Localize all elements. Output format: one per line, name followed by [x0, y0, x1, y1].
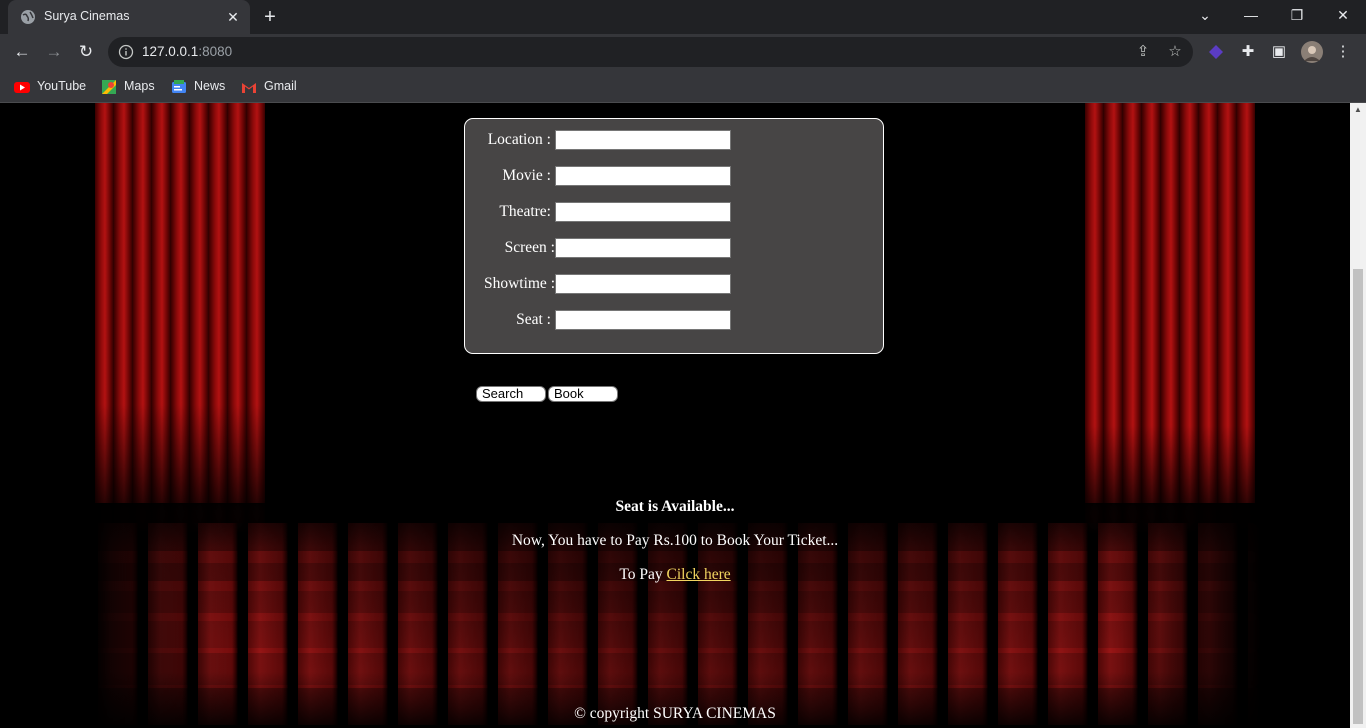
bookmark-star-icon[interactable]: ☆	[1165, 42, 1185, 62]
theatre-input[interactable]	[555, 202, 731, 222]
form-row-location: Location :	[465, 130, 885, 152]
form-row-screen: Screen :	[465, 238, 885, 260]
maps-icon	[102, 79, 116, 94]
bookmarks-bar: YouTube Maps News Gmail	[0, 70, 1366, 103]
browser-toolbar: ← → ↻ 127.0.0.1:8080 ⇪ ☆ ✚ ▣ ⋮	[0, 34, 1366, 70]
movie-input[interactable]	[555, 166, 731, 186]
left-curtain	[95, 103, 265, 533]
bookmark-label: News	[194, 79, 226, 93]
puzzle-icon[interactable]: ✚	[1238, 42, 1258, 62]
location-label: Location :	[487, 131, 551, 148]
movie-label: Movie :	[502, 167, 551, 184]
right-curtain	[1085, 103, 1255, 533]
tab-title: Surya Cinemas	[44, 9, 130, 23]
form-row-movie: Movie :	[465, 166, 885, 188]
bookmark-maps[interactable]: Maps	[101, 77, 155, 95]
youtube-icon	[14, 81, 30, 93]
avatar[interactable]	[1301, 41, 1323, 63]
forward-button[interactable]: →	[41, 39, 67, 65]
minimize-button[interactable]: —	[1228, 0, 1274, 30]
bookmark-label: Gmail	[264, 79, 297, 93]
tab-search-icon[interactable]: ⌄	[1182, 0, 1228, 30]
tab-strip: Surya Cinemas ✕ + ⌄ — ❐ ✕	[0, 0, 1366, 34]
book-button[interactable]: Book	[548, 386, 618, 402]
bookmark-label: Maps	[124, 79, 155, 93]
form-row-theatre: Theatre:	[465, 202, 885, 224]
theatre-label: Theatre:	[499, 203, 551, 220]
url-host: 127.0.0.1	[142, 44, 199, 59]
page-viewport: Location : Movie : Theatre: Screen : Sho…	[0, 103, 1350, 728]
form-row-showtime: Showtime :	[465, 274, 885, 296]
close-window-button[interactable]: ✕	[1320, 0, 1366, 30]
pay-line: To Pay Cilck here	[0, 566, 1350, 584]
pay-link[interactable]: Cilck here	[667, 566, 731, 583]
extension-icon[interactable]	[1206, 42, 1226, 62]
footer-copyright: © copyright SURYA CINEMAS	[574, 705, 776, 722]
screen-input[interactable]	[555, 238, 731, 258]
showtime-input[interactable]	[555, 274, 731, 294]
search-button[interactable]: Search	[476, 386, 546, 402]
bookmark-youtube[interactable]: YouTube	[14, 77, 86, 95]
form-row-seat: Seat :	[465, 310, 885, 332]
url-text: 127.0.0.1:8080	[142, 44, 232, 59]
bookmark-gmail[interactable]: Gmail	[241, 77, 297, 95]
close-tab-icon[interactable]: ✕	[224, 8, 242, 26]
seat-input[interactable]	[555, 310, 731, 330]
info-icon[interactable]	[118, 44, 134, 60]
side-panel-icon[interactable]: ▣	[1269, 42, 1289, 62]
booking-form: Location : Movie : Theatre: Screen : Sho…	[464, 118, 884, 354]
news-icon	[172, 79, 186, 93]
new-tab-button[interactable]: +	[258, 6, 282, 30]
scrollbar-thumb[interactable]	[1353, 269, 1363, 724]
reload-button[interactable]: ↻	[73, 39, 99, 65]
menu-icon[interactable]: ⋮	[1333, 42, 1353, 62]
pay-prefix: To Pay	[619, 566, 663, 583]
location-input[interactable]	[555, 130, 731, 150]
share-icon[interactable]: ⇪	[1133, 42, 1153, 62]
screen-label: Screen :	[504, 239, 555, 256]
globe-icon	[21, 10, 35, 24]
url-port: :8080	[198, 44, 233, 59]
back-button[interactable]: ←	[9, 39, 35, 65]
seat-label: Seat :	[516, 311, 551, 328]
gmail-icon	[242, 82, 256, 93]
page-scrollbar[interactable]: ▲	[1350, 103, 1366, 728]
showtime-label: Showtime :	[483, 275, 555, 292]
bookmark-label: YouTube	[37, 79, 87, 93]
restore-button[interactable]: ❐	[1274, 0, 1320, 30]
browser-tab[interactable]: Surya Cinemas ✕	[8, 0, 250, 34]
scroll-up-icon[interactable]: ▲	[1350, 103, 1366, 117]
payment-message: Now, You have to Pay Rs.100 to Book Your…	[511, 532, 839, 549]
bookmark-news[interactable]: News	[171, 77, 225, 95]
address-bar[interactable]: 127.0.0.1:8080 ⇪ ☆	[108, 37, 1193, 67]
availability-status: Seat is Available...	[615, 498, 735, 515]
